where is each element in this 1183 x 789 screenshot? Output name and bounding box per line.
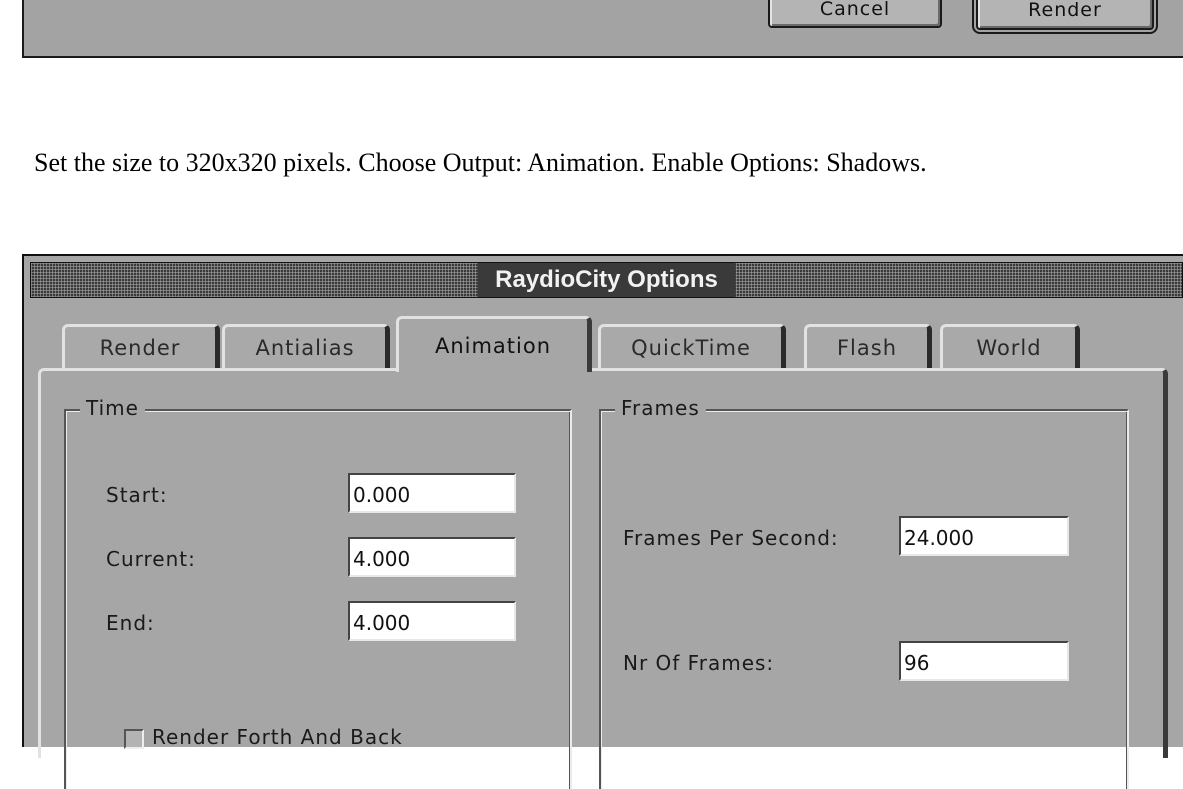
- current-label: Current:: [106, 547, 196, 571]
- current-field[interactable]: [348, 537, 516, 577]
- tab-quicktime[interactable]: QuickTime: [598, 324, 786, 368]
- previous-dialog-footer: Cancel Render: [22, 0, 1183, 58]
- tab-render[interactable]: Render: [62, 324, 220, 368]
- animation-panel: Time Start: Current: End: Render Forth A…: [38, 368, 1168, 789]
- tab-animation[interactable]: Animation: [396, 316, 592, 372]
- dialog-title: RaydioCity Options: [477, 263, 736, 297]
- time-group-label: Time: [80, 396, 145, 420]
- instruction-text: Set the size to 320x320 pixels. Choose O…: [34, 148, 927, 177]
- cancel-button[interactable]: Cancel: [768, 0, 942, 28]
- frames-group: Frames Frames Per Second: Nr Of Frames:: [599, 396, 1129, 789]
- start-label: Start:: [106, 483, 168, 507]
- tab-world[interactable]: World: [940, 324, 1080, 368]
- nr-of-frames-label: Nr Of Frames:: [623, 651, 775, 675]
- render-forth-and-back-label[interactable]: Render Forth And Back: [152, 725, 403, 749]
- frames-per-second-label: Frames Per Second:: [623, 526, 839, 550]
- nr-of-frames-field[interactable]: [899, 641, 1069, 681]
- end-field[interactable]: [348, 601, 516, 641]
- frames-per-second-field[interactable]: [899, 516, 1069, 556]
- render-button[interactable]: Render: [972, 0, 1158, 34]
- end-label: End:: [106, 611, 155, 635]
- render-forth-and-back-checkbox[interactable]: [124, 729, 144, 749]
- time-group: Time Start: Current: End: Render Forth A…: [64, 396, 572, 789]
- tab-flash[interactable]: Flash: [804, 324, 932, 368]
- frames-group-label: Frames: [615, 396, 706, 420]
- start-field[interactable]: [348, 473, 516, 513]
- raydiocity-options-dialog: RaydioCity Options Render Antialias Anim…: [22, 254, 1183, 789]
- title-bar[interactable]: RaydioCity Options: [30, 262, 1183, 298]
- tab-antialias[interactable]: Antialias: [222, 324, 390, 368]
